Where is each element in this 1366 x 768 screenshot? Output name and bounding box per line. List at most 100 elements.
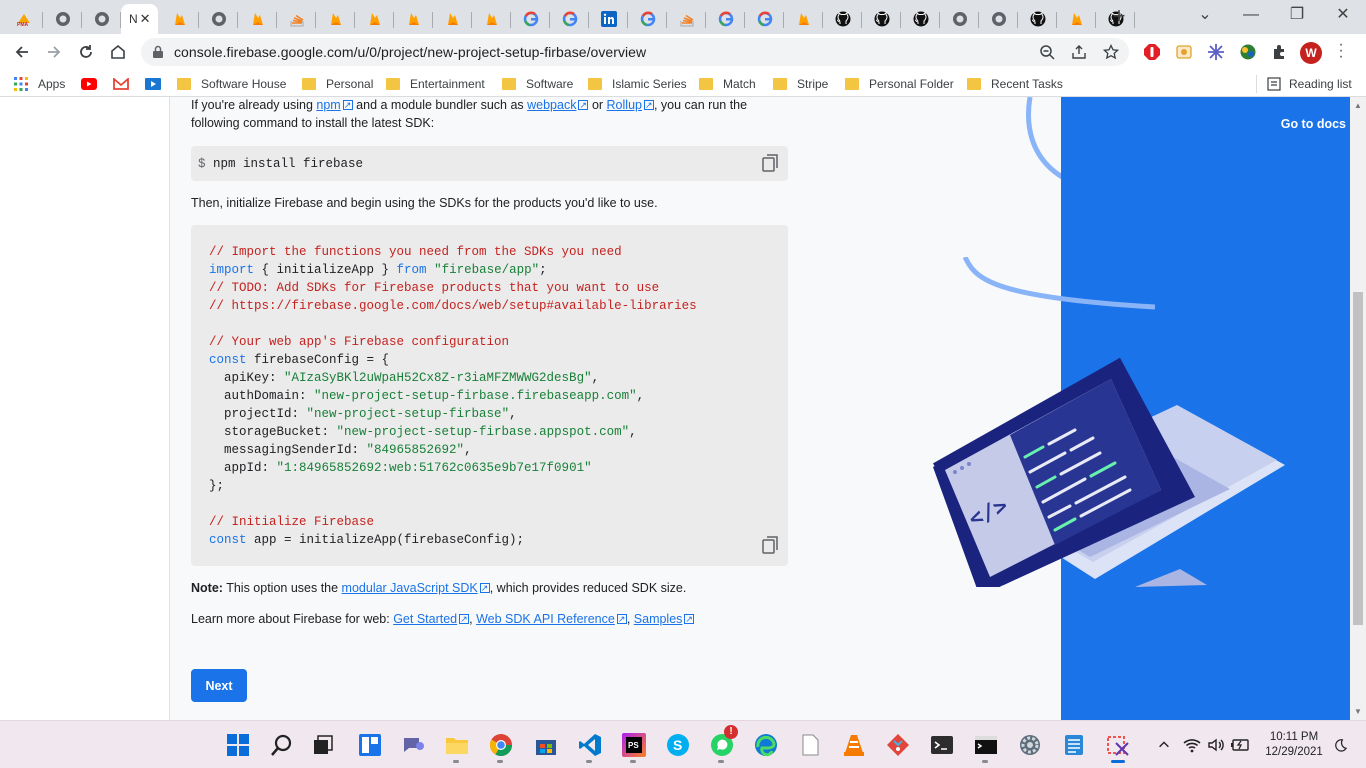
system-clock[interactable]: 10:11 PM 12/29/2021 (1262, 730, 1326, 760)
reading-list-button[interactable]: Reading list (1256, 75, 1352, 93)
globe-extension-icon[interactable] (1239, 43, 1257, 61)
edge-button[interactable] (753, 732, 779, 758)
browser-tab[interactable] (316, 4, 355, 34)
restore-button[interactable]: ❐ (1282, 4, 1312, 28)
bookmark-folder-personal-folder[interactable]: Personal Folder (845, 76, 954, 92)
scroll-down-icon[interactable]: ▼ (1354, 707, 1362, 716)
browser-tab[interactable] (784, 4, 823, 34)
go-to-docs-link[interactable]: Go to docs (1281, 117, 1346, 131)
browser-tab[interactable] (1018, 4, 1057, 34)
browser-tab[interactable] (550, 4, 589, 34)
minimize-button[interactable]: — (1236, 4, 1266, 28)
forward-button[interactable] (42, 40, 66, 64)
settings-button[interactable] (1017, 732, 1043, 758)
next-button[interactable]: Next (191, 669, 247, 702)
skype-button[interactable]: S (665, 732, 691, 758)
bookmark-folder-software[interactable]: Software (502, 76, 573, 92)
browser-tab[interactable] (511, 4, 550, 34)
cmd-button[interactable] (973, 732, 999, 763)
volume-status[interactable] (1206, 736, 1226, 754)
chrome-button[interactable] (488, 732, 514, 763)
scroll-thumb[interactable] (1353, 292, 1363, 625)
get-started-link[interactable]: Get Started (393, 612, 457, 626)
bookmark-folder-personal[interactable]: Personal (302, 76, 373, 92)
browser-tab[interactable] (277, 4, 316, 34)
browser-tab[interactable] (589, 4, 628, 34)
store-button[interactable] (533, 732, 559, 758)
back-button[interactable] (10, 40, 34, 64)
browser-tab[interactable] (706, 4, 745, 34)
tab-search-chevron-icon[interactable]: ⌄ (1190, 4, 1220, 28)
bookmark-folder-match[interactable]: Match (699, 76, 756, 92)
copy-icon[interactable] (760, 153, 780, 173)
browser-tab[interactable] (628, 4, 667, 34)
task-view-button[interactable] (310, 732, 336, 758)
notepad-button[interactable] (797, 732, 823, 758)
terminal-button[interactable] (929, 732, 955, 758)
api-reference-link[interactable]: Web SDK API Reference (476, 612, 615, 626)
start-button[interactable] (225, 732, 251, 758)
spark-extension-icon[interactable] (1207, 43, 1225, 61)
browser-tab[interactable] (199, 4, 238, 34)
bookmark-folder-recent-tasks[interactable]: Recent Tasks (967, 76, 1063, 92)
url-text[interactable]: console.firebase.google.com/u/0/project/… (174, 44, 646, 60)
extensions-puzzle-icon[interactable] (1271, 43, 1289, 61)
address-bar[interactable]: console.firebase.google.com/u/0/project/… (141, 38, 1129, 66)
widgets-button[interactable] (357, 732, 383, 758)
install-command[interactable]: npm install firebase (213, 157, 363, 171)
samples-link[interactable]: Samples (634, 612, 683, 626)
adblock-extension-icon[interactable] (1143, 43, 1161, 61)
bookmark-folder-stripe[interactable]: Stripe (773, 76, 828, 92)
gmail-bookmark-icon[interactable] (113, 78, 129, 90)
file-explorer-button[interactable] (444, 732, 470, 763)
install-command-block[interactable]: $ npm install firebase (191, 146, 788, 181)
bookmark-star-icon[interactable] (1103, 44, 1119, 60)
show-hidden-icons-button[interactable] (1154, 736, 1174, 754)
browser-tab[interactable] (1057, 4, 1096, 34)
whatsapp-button[interactable]: ! (709, 725, 738, 763)
bookmark-apps[interactable]: Apps (14, 76, 65, 92)
page-scrollbar[interactable]: ▲ ▼ (1350, 97, 1366, 720)
browser-tab[interactable] (355, 4, 394, 34)
focus-assist-status[interactable] (1330, 736, 1350, 754)
video-bookmark-icon[interactable] (145, 78, 161, 90)
browser-tab[interactable]: PMA (4, 4, 43, 34)
rollup-link[interactable]: Rollup (607, 98, 642, 112)
bookmark-folder-islamic-series[interactable]: Islamic Series (588, 76, 687, 92)
notes-button[interactable] (1061, 732, 1087, 758)
tab-active[interactable]: N ✕ (121, 4, 158, 34)
browser-tab[interactable] (433, 4, 472, 34)
wifi-status[interactable] (1182, 736, 1202, 754)
profile-avatar[interactable]: W (1300, 42, 1322, 64)
bookmark-folder-entertainment[interactable]: Entertainment (386, 76, 485, 92)
reload-button[interactable] (74, 40, 98, 64)
new-tab-button[interactable]: + (1107, 5, 1131, 29)
vscode-button[interactable] (577, 732, 603, 763)
scroll-up-icon[interactable]: ▲ (1354, 101, 1362, 110)
screenshot-extension-icon[interactable] (1175, 43, 1193, 61)
browser-tab[interactable] (823, 4, 862, 34)
browser-tab[interactable] (238, 4, 277, 34)
browser-tab[interactable] (979, 4, 1018, 34)
git-button[interactable] (885, 732, 911, 758)
battery-status[interactable] (1230, 736, 1250, 754)
vlc-button[interactable] (841, 732, 867, 758)
browser-tab[interactable] (160, 4, 199, 34)
share-icon[interactable] (1071, 44, 1087, 60)
firebase-config-code-block[interactable]: // Import the functions you need from th… (191, 225, 788, 566)
chat-button[interactable] (400, 732, 426, 758)
browser-tab[interactable] (901, 4, 940, 34)
browser-tab[interactable] (862, 4, 901, 34)
browser-tab[interactable] (43, 4, 82, 34)
browser-tab[interactable] (667, 4, 706, 34)
snipping-tool-button[interactable] (1105, 732, 1131, 763)
close-window-button[interactable]: ✕ (1328, 4, 1358, 28)
browser-tab[interactable] (745, 4, 784, 34)
webpack-link[interactable]: webpack (527, 98, 576, 112)
browser-tab[interactable] (394, 4, 433, 34)
bookmark-folder-software-house[interactable]: Software House (177, 76, 286, 92)
zoom-icon[interactable] (1039, 44, 1055, 60)
browser-tab[interactable] (940, 4, 979, 34)
tab-close-icon[interactable]: ✕ (140, 11, 151, 27)
browser-menu-icon[interactable]: · · · (1338, 37, 1344, 65)
